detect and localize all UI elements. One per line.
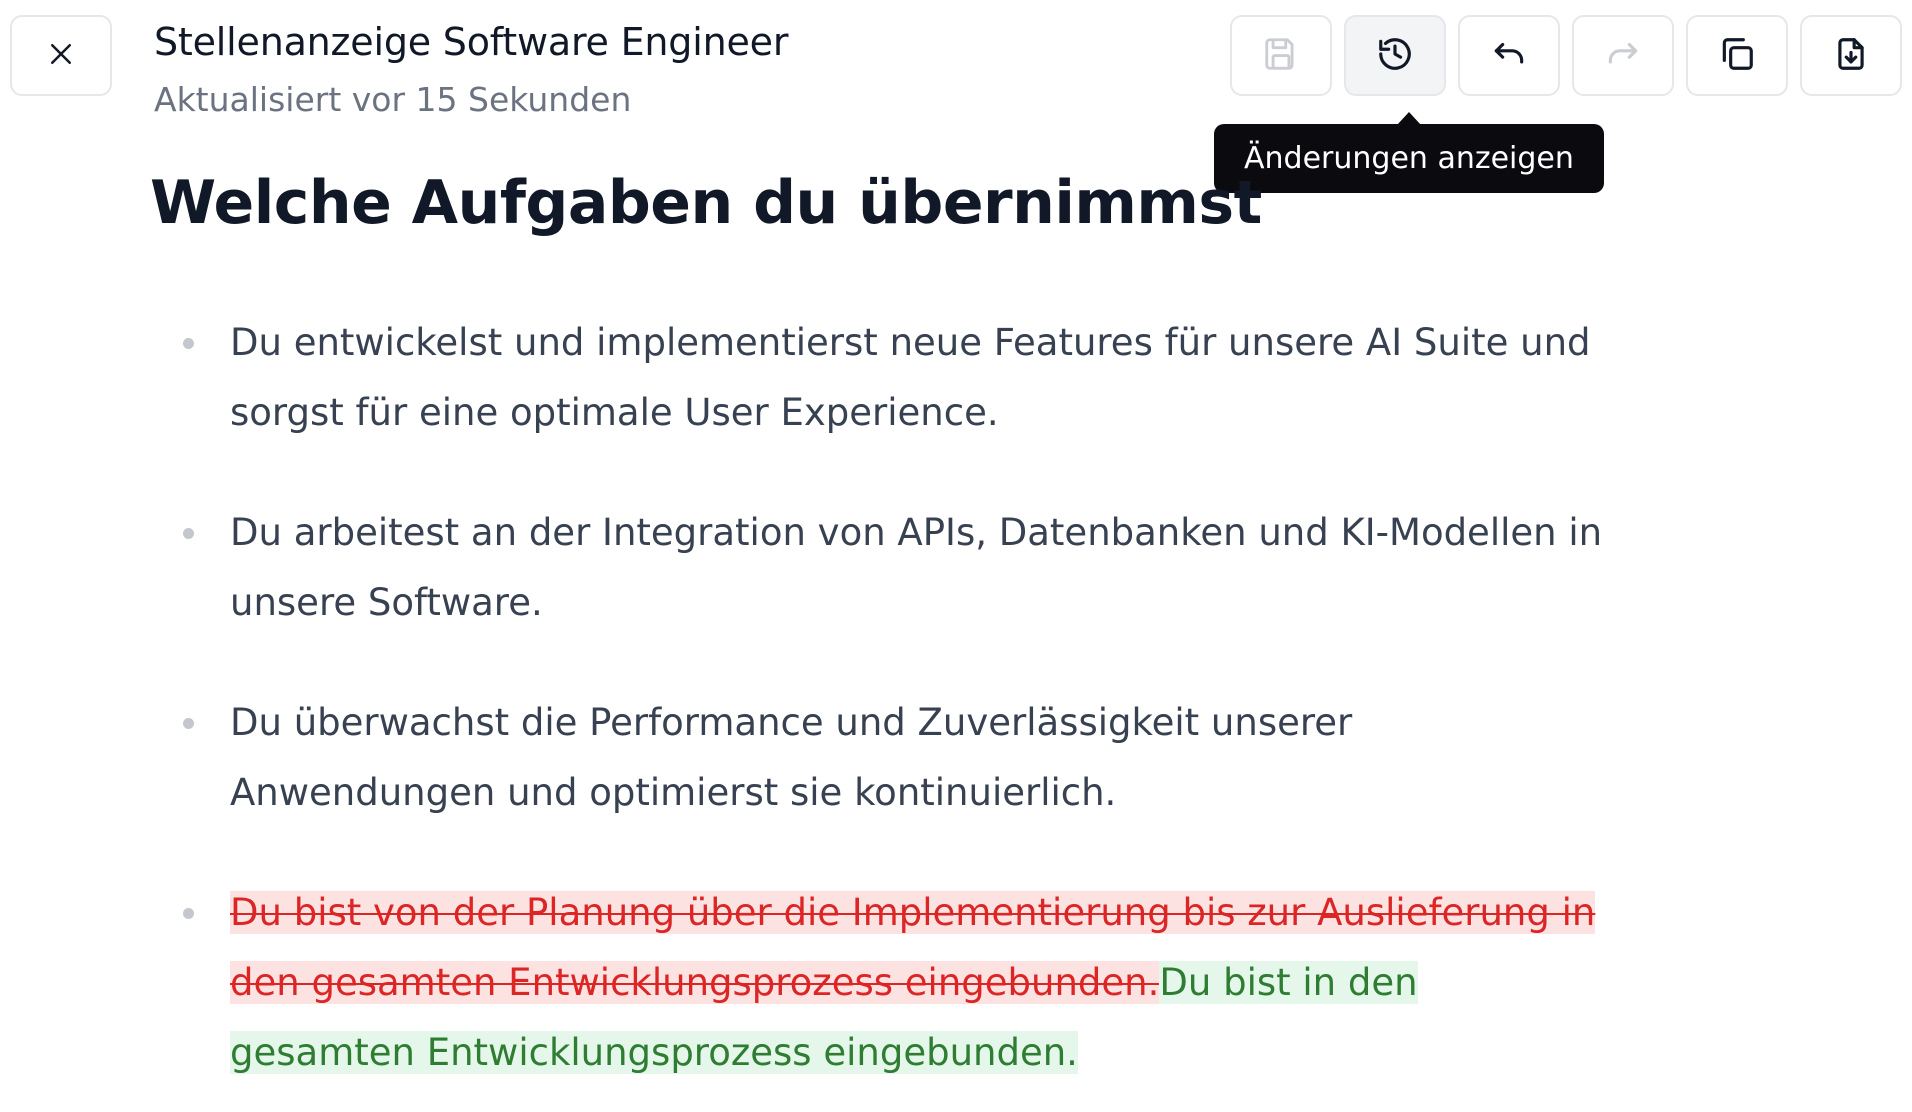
- list-item-text: Du überwachst die Performance und Zuverl…: [230, 701, 1353, 814]
- show-changes-tooltip: Änderungen anzeigen: [1214, 112, 1604, 193]
- undo-button[interactable]: [1458, 15, 1560, 96]
- undo-icon: [1490, 35, 1528, 77]
- bullet: [183, 528, 194, 539]
- editor-page: Stellenanzeige Software Engineer Aktuali…: [0, 0, 1912, 1112]
- section-heading: Welche Aufgaben du übernimmst: [150, 168, 1262, 238]
- list-item-tracked-change[interactable]: Du bist von der Planung über die Impleme…: [150, 878, 1610, 1088]
- close-button[interactable]: [10, 15, 112, 96]
- show-changes-button[interactable]: [1344, 15, 1446, 96]
- bullet: [183, 908, 194, 919]
- download-button[interactable]: [1800, 15, 1902, 96]
- list-item-text: Du arbeitest an der Integration von APIs…: [230, 511, 1603, 624]
- download-icon: [1832, 35, 1870, 77]
- redo-button[interactable]: [1572, 15, 1674, 96]
- task-list: Du entwickelst und implementierst neue F…: [150, 308, 1610, 1112]
- list-item[interactable]: Du entwickelst und implementierst neue F…: [150, 308, 1610, 448]
- copy-button[interactable]: [1686, 15, 1788, 96]
- list-item-text: Du entwickelst und implementierst neue F…: [230, 321, 1591, 434]
- copy-icon: [1718, 35, 1756, 77]
- last-updated-status: Aktualisiert vor 15 Sekunden: [154, 80, 632, 119]
- toolbar: [1230, 15, 1902, 96]
- list-item[interactable]: Du überwachst die Performance und Zuverl…: [150, 688, 1610, 828]
- bullet: [183, 718, 194, 729]
- bullet: [183, 338, 194, 349]
- close-icon: [46, 39, 76, 73]
- document-title: Stellenanzeige Software Engineer: [154, 20, 789, 64]
- list-item[interactable]: Du arbeitest an der Integration von APIs…: [150, 498, 1610, 638]
- save-icon: [1262, 35, 1300, 77]
- save-button[interactable]: [1230, 15, 1332, 96]
- redo-icon: [1604, 35, 1642, 77]
- history-icon: [1376, 35, 1414, 77]
